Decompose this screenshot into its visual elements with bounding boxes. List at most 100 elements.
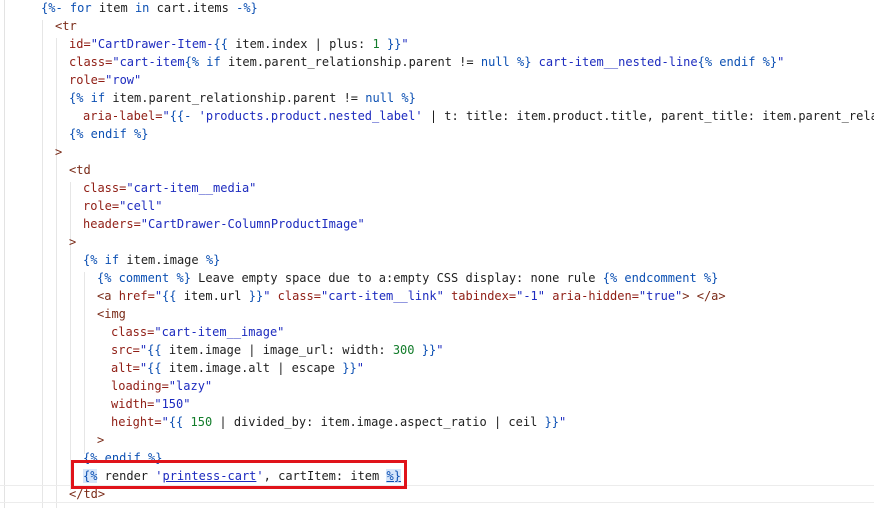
code-token: %} xyxy=(126,127,149,141)
code-token: <a xyxy=(97,289,119,303)
code-token: null xyxy=(480,55,510,69)
indent-guide xyxy=(84,272,85,454)
code-token: " xyxy=(154,289,163,303)
code-token: , xyxy=(646,109,662,123)
code-token: if xyxy=(97,253,120,267)
code-token: : xyxy=(327,343,343,357)
code-token: width xyxy=(342,343,379,357)
code-token: item.product.title xyxy=(516,109,647,123)
code-token: 150 xyxy=(183,415,213,429)
code-token: tabindex= xyxy=(443,289,517,303)
code-token: item.url xyxy=(176,289,249,303)
code-token: Leave empty space due to a:empty CSS dis… xyxy=(190,271,603,285)
code-token: width= xyxy=(111,397,155,411)
highlight-box xyxy=(71,460,407,489)
indent-guide xyxy=(56,38,57,508)
code-token: if xyxy=(83,91,106,105)
code-token: image_url xyxy=(262,343,328,357)
code-token: | xyxy=(277,361,292,375)
code-token: {% xyxy=(697,55,713,69)
code-token: : xyxy=(747,109,763,123)
code-token: : xyxy=(378,343,393,357)
code-line: <img xyxy=(97,305,126,323)
code-editor[interactable]: {%- for item in cart.items -%} <tr id= "Car… xyxy=(0,0,874,508)
code-line: id="CartDrawer-Item-{{ item.index | plus… xyxy=(69,35,409,53)
code-token: item.image.alt xyxy=(161,361,278,375)
code-line: > xyxy=(97,431,104,449)
code-token: "150" xyxy=(154,397,191,411)
code-token: " xyxy=(777,55,785,69)
code-line: {% comment %} Leave empty space due to a… xyxy=(97,269,718,287)
code-token: {% xyxy=(69,127,84,141)
code-line: loading="lazy" xyxy=(111,377,212,395)
code-token: </td> xyxy=(69,487,106,501)
code-token: for xyxy=(69,1,92,15)
code-line: > xyxy=(55,143,62,161)
code-token: "cart-item__media" xyxy=(126,181,257,195)
code-token: height= xyxy=(111,415,162,429)
code-line: headers="CartDrawer-ColumnProductImage" xyxy=(83,215,365,233)
code-token: | xyxy=(212,415,234,429)
code-token: %} xyxy=(205,253,221,267)
code-token: role= xyxy=(83,199,120,213)
code-line: height="{{ 150 | divided_by: item.image.… xyxy=(111,413,566,431)
code-token: cart-item__nested-line xyxy=(531,55,698,69)
code-token: "-1" xyxy=(516,289,545,303)
code-token: {{- xyxy=(169,109,192,123)
code-token: " xyxy=(436,343,444,357)
code-token: 1 xyxy=(372,37,380,51)
code-token: id= xyxy=(69,37,91,51)
code-token: endif xyxy=(712,55,756,69)
code-token: "cart-item xyxy=(112,55,185,69)
code-token: > </a> xyxy=(682,289,726,303)
code-token: : xyxy=(306,415,321,429)
code-token: %} xyxy=(394,91,416,105)
code-token: endif xyxy=(83,127,127,141)
code-token: <img xyxy=(97,307,126,321)
code-token: {% xyxy=(184,55,200,69)
code-token: src= xyxy=(111,343,140,357)
code-token: : xyxy=(502,109,517,123)
code-token: != xyxy=(343,91,366,105)
code-token: item xyxy=(91,1,135,15)
code-token: t xyxy=(444,109,452,123)
code-token: "true" xyxy=(638,289,683,303)
code-line: <tr xyxy=(55,17,77,35)
code-token: headers= xyxy=(83,217,141,231)
code-token: "cart-item__link" xyxy=(321,289,444,303)
code-token: > xyxy=(69,235,77,249)
code-token: %} xyxy=(755,55,778,69)
code-token: 'products.product.nested_label' xyxy=(191,109,423,123)
code-token: }} xyxy=(335,361,357,375)
code-token: aria-hidden= xyxy=(545,289,639,303)
code-token: " xyxy=(559,415,567,429)
code-token: {{ xyxy=(147,343,162,357)
code-token: item.image xyxy=(161,343,249,357)
code-token: href= xyxy=(118,289,155,303)
code-line: {%- for item in cart.items -%} xyxy=(41,0,258,17)
code-line: class="cart-item__media" xyxy=(83,179,256,197)
code-token: {{ xyxy=(147,361,162,375)
code-token: : xyxy=(451,109,466,123)
code-token: class= xyxy=(111,325,155,339)
code-token: comment xyxy=(111,271,170,285)
code-token: divided_by xyxy=(233,415,307,429)
code-line: src= " {{ item.image | image_url: width: 3… xyxy=(111,341,443,359)
code-line: role="row" xyxy=(69,71,141,89)
code-token: " xyxy=(356,361,364,375)
code-token: " xyxy=(162,109,170,123)
code-token: {% xyxy=(69,91,84,105)
code-token: != xyxy=(459,55,481,69)
code-token: "row" xyxy=(105,73,142,87)
code-line: aria-label="{{- 'products.product.nested… xyxy=(83,107,874,125)
code-token: " xyxy=(401,37,409,51)
code-token: > xyxy=(55,145,63,159)
code-token: role= xyxy=(69,73,106,87)
code-token: item.parent_relationship.parent xyxy=(220,55,460,69)
code-token: loading= xyxy=(111,379,169,393)
code-token: null xyxy=(365,91,395,105)
code-line: class="cart-item__image" xyxy=(111,323,284,341)
code-token: {% xyxy=(97,271,112,285)
code-token: "CartDrawer-ColumnProductImage" xyxy=(140,217,365,231)
code-token: title xyxy=(465,109,503,123)
